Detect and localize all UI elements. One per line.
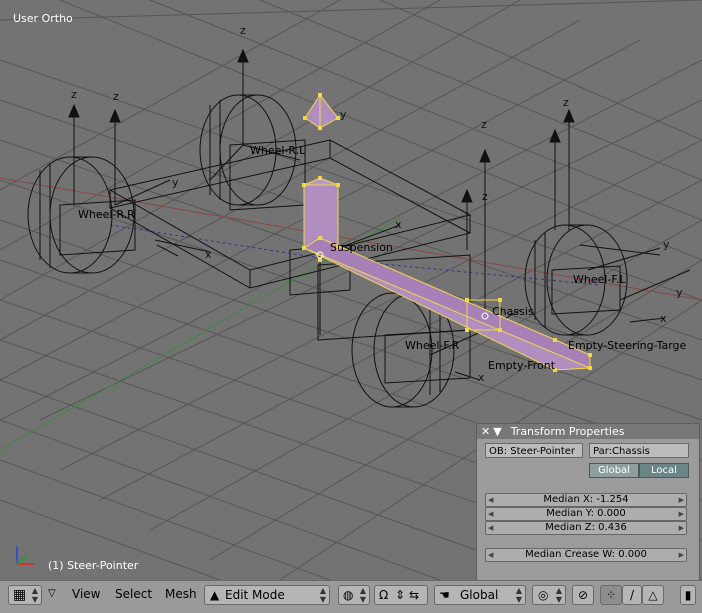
grid-icon: ▦ (13, 587, 27, 603)
vertex-select-icon: ⁘ (605, 588, 617, 602)
object-label-wheel-rr: Wheel-R.R (78, 208, 135, 221)
link-button[interactable]: ⊘ (572, 585, 594, 605)
median-crease-field[interactable]: ◀ Median Crease W: 0.000 ▶ (485, 548, 687, 562)
view-axis-gizmo (16, 546, 34, 565)
orientation-dropdown[interactable]: ☚ Global ▲ ▼ (434, 585, 526, 605)
edit-mode-icon: ▲ (210, 588, 220, 602)
vertex-select-button[interactable]: ⁘ (600, 585, 622, 605)
object-label-wheel-fr: Wheel-F.R (405, 339, 460, 352)
menu-view[interactable]: View (70, 585, 102, 605)
object-label-chassis: Chassis (492, 305, 534, 318)
axis-letter-z: z (71, 88, 77, 101)
pivot-icon: Ω (379, 588, 389, 602)
mode-dropdown[interactable]: ▲ Edit Mode ▲ ▼ (204, 585, 330, 605)
dropdown-arrows-icon: ▲ ▼ (555, 586, 562, 604)
object-label-wheel-fl: Wheel-F.L (573, 273, 626, 286)
object-name-field[interactable]: OB: Steer-Pointer (485, 443, 583, 458)
axis-letter-x: x (395, 218, 402, 231)
hand-icon: ☚ (439, 588, 450, 602)
parent-field[interactable]: Par:Chassis (589, 443, 689, 458)
axis-letter-x: x (205, 248, 212, 261)
axis-letter-z: z (113, 90, 119, 103)
occlude-icon: ▮ (684, 588, 692, 602)
menu-collapse-icon[interactable]: ▽ (48, 585, 56, 605)
median-z-field[interactable]: ◀ Median Z: 0.436 ▶ (485, 521, 687, 535)
axis-letter-x: x (478, 371, 485, 384)
active-object-label: (1) Steer-Pointer (48, 559, 139, 572)
global-toggle[interactable]: Global (589, 463, 639, 478)
axis-letter-y: y (676, 286, 683, 299)
face-select-icon: △ (648, 588, 658, 602)
collapse-triangle-icon[interactable]: ▼ (493, 425, 501, 438)
close-icon[interactable]: ✕ (481, 425, 490, 438)
local-toggle[interactable]: Local (639, 463, 689, 478)
link-icon: ⊘ (577, 588, 589, 602)
edge-select-button[interactable]: / (622, 585, 642, 605)
viewport-header: ▦ ▲ ▼ ▽ View Select Mesh ▲ Edit Mode ▲ ▼ ◍… (0, 580, 702, 613)
axis-letter-y: y (340, 108, 347, 121)
panel-title: Transform Properties (510, 425, 625, 438)
sphere-shading-icon: ◍ (343, 588, 354, 602)
median-x-field[interactable]: ◀ Median X: -1.254 ▶ (485, 493, 687, 507)
axis-letter-y: y (172, 176, 179, 189)
3d-viewport[interactable]: z z z z z z y y y y x x x x User Ortho (… (0, 0, 702, 582)
draw-type-dropdown[interactable]: ◍ ▲ ▼ (338, 585, 370, 605)
snap-icon: ⇆ (409, 588, 420, 602)
dropdown-arrows-icon: ▲ ▼ (31, 586, 38, 604)
panel-header: ✕ ▼ Transform Properties (477, 424, 699, 439)
axis-letter-z: z (240, 24, 246, 37)
pivot-dropdown[interactable]: Ω ⇕ ⇆ (374, 585, 428, 605)
axis-letters: z z z z z z y y y y x x x x (71, 24, 683, 384)
occlude-button[interactable]: ▮ (680, 585, 696, 605)
proportional-edit-dropdown[interactable]: ◎ ▲ ▼ (532, 585, 566, 605)
blender-window: z z z z z z y y y y x x x x User Ortho (… (0, 0, 702, 613)
median-y-field[interactable]: ◀ Median Y: 0.000 ▶ (485, 507, 687, 521)
dropdown-arrows-icon: ▲ ▼ (515, 586, 522, 604)
axis-letter-x: x (660, 312, 667, 325)
editor-type-button[interactable]: ▦ ▲ ▼ (8, 585, 42, 605)
axis-letter-y: y (663, 238, 670, 251)
edge-select-icon: / (629, 588, 635, 602)
orientation-label: Global (460, 588, 499, 602)
menu-select[interactable]: Select (113, 585, 154, 605)
dropdown-arrows-icon: ▲ ▼ (319, 586, 326, 604)
mode-label: Edit Mode (225, 588, 285, 602)
dropdown-arrows-icon: ▲ ▼ (359, 586, 366, 604)
object-label-wheel-rl: Wheel-R.L (250, 144, 306, 157)
axis-letter-z: z (481, 118, 487, 131)
axis-letter-z: z (482, 190, 488, 203)
dropdown-arrows-icon: ⇕ (395, 588, 406, 602)
object-label-suspension: Suspension (330, 241, 393, 254)
transform-properties-panel: ✕ ▼ Transform Properties OB: Steer-Point… (476, 423, 700, 582)
view-name-label: User Ortho (13, 12, 73, 25)
face-select-button[interactable]: △ (642, 585, 664, 605)
axis-letter-z: z (563, 96, 569, 109)
object-label-empty-front: Empty-Front (488, 359, 556, 372)
object-label-empty-steering-target: Empty-Steering-Targe (568, 339, 687, 352)
proportional-icon: ◎ (538, 588, 549, 602)
menu-mesh[interactable]: Mesh (163, 585, 199, 605)
